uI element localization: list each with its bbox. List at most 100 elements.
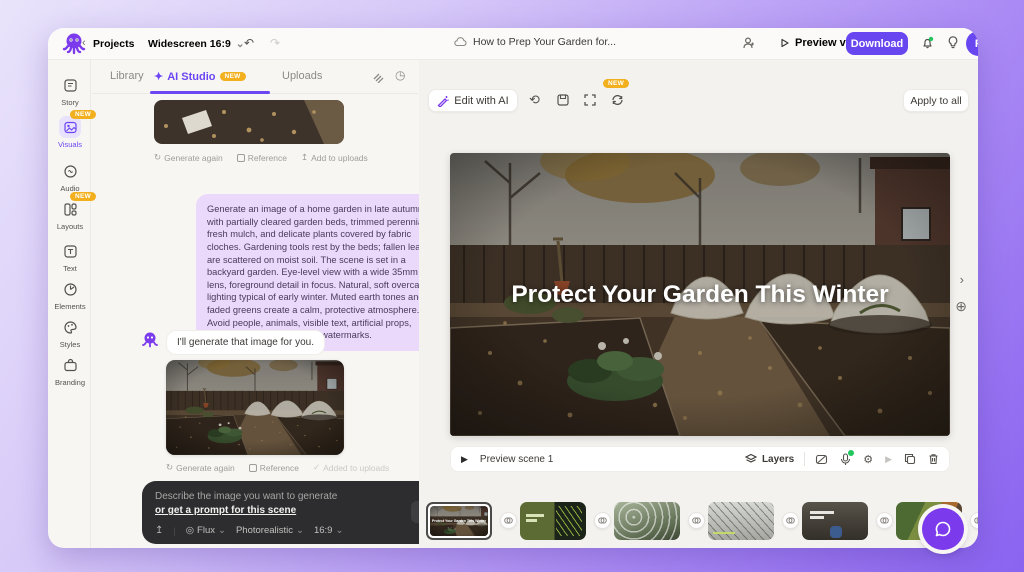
regenerate-icon: ↻ xyxy=(154,152,161,163)
branding-icon xyxy=(59,354,81,376)
sidebar-item-text[interactable]: Text xyxy=(50,240,90,273)
media-toggle-icon[interactable] xyxy=(815,453,828,466)
transition-button[interactable] xyxy=(876,512,893,529)
projects-back-button[interactable]: Projects xyxy=(93,38,134,50)
redo-button[interactable]: ↷ xyxy=(270,36,280,50)
layers-icon xyxy=(745,453,757,465)
style-selector[interactable]: Photorealistic⌄ xyxy=(236,525,304,536)
sidebar-item-layouts[interactable]: NEW Layouts xyxy=(50,198,90,231)
model-label: Flux xyxy=(197,525,215,536)
composer-placeholder-line1: Describe the image you want to generate xyxy=(155,491,337,502)
sidebar-item-elements[interactable]: Elements xyxy=(50,278,90,311)
image-actions-row: ↻Generate again Reference ✓Added to uplo… xyxy=(166,462,389,473)
transition-button[interactable] xyxy=(688,512,705,529)
transition-button[interactable] xyxy=(594,512,611,529)
tab-label: Library xyxy=(110,70,144,82)
thumb-text-bar xyxy=(810,516,824,519)
get-prompt-link[interactable]: or get a prompt for this scene xyxy=(155,505,296,516)
generate-again-button[interactable]: ↻Generate again xyxy=(166,462,235,473)
fullscreen-icon[interactable] xyxy=(583,93,597,107)
assistant-message-bubble: I'll generate that image for you. xyxy=(166,330,325,355)
save-frame-icon[interactable] xyxy=(556,93,570,107)
rail-label: Styles xyxy=(50,340,90,349)
magic-wand-icon xyxy=(437,95,449,107)
new-badge: NEW xyxy=(603,79,629,88)
added-to-uploads-status: ✓Added to uploads xyxy=(313,462,389,473)
scene-thumbnail-3[interactable] xyxy=(614,502,680,540)
styles-icon xyxy=(59,316,81,338)
sidebar-item-branding[interactable]: Branding xyxy=(50,354,90,387)
scene-preview-canvas[interactable]: Protect Your Garden This Winter xyxy=(450,153,950,436)
share-user-icon[interactable] xyxy=(742,36,756,50)
scene-settings-gear-icon[interactable]: ⚙ xyxy=(863,453,873,466)
duplicate-scene-icon[interactable] xyxy=(904,453,916,465)
app-window: ‹ Projects Widescreen 16:9 ⌄ ↶ ↷ How to … xyxy=(48,28,978,548)
tips-lightbulb-icon[interactable] xyxy=(946,35,960,50)
thumb-person-detail xyxy=(830,526,842,538)
chevron-left-icon[interactable]: ‹ xyxy=(82,37,86,49)
thumb-text-bar xyxy=(810,511,834,514)
edit-with-ai-button[interactable]: Edit with AI xyxy=(428,89,518,112)
rail-label: Visuals xyxy=(50,140,90,149)
loop-animate-icon[interactable] xyxy=(610,93,625,107)
action-label: Add to uploads xyxy=(311,153,368,163)
generated-image-result[interactable] xyxy=(166,360,344,455)
left-rail: Story NEW Visuals Audio NEW Layouts Text… xyxy=(48,60,91,548)
sidebar-item-story[interactable]: Story xyxy=(50,74,90,107)
transition-button[interactable] xyxy=(970,512,978,529)
sidebar-item-styles[interactable]: Styles xyxy=(50,316,90,349)
generate-again-button[interactable]: ↻Generate again xyxy=(154,152,223,163)
tab-uploads[interactable]: Uploads xyxy=(282,70,322,82)
generated-image-previous[interactable] xyxy=(154,100,344,144)
version-history-icon[interactable]: ⟲ xyxy=(529,92,540,108)
transition-button[interactable] xyxy=(782,512,799,529)
tab-label: Uploads xyxy=(282,70,322,82)
sidebar-item-audio[interactable]: Audio xyxy=(50,160,90,193)
play-scene-button[interactable]: ▶ xyxy=(461,454,468,465)
notifications-bell-icon[interactable] xyxy=(920,35,935,50)
user-avatar[interactable]: P xyxy=(966,31,978,56)
history-clock-icon[interactable]: ◷ xyxy=(395,68,405,82)
next-scene-chevron-icon[interactable]: › xyxy=(960,272,964,287)
chevron-down-icon: ⌄ xyxy=(335,525,343,536)
layers-label: Layers xyxy=(762,454,794,465)
scene-thumbnail-1[interactable]: Protect Your Garden This Winter xyxy=(426,502,492,540)
brush-adjust-icon[interactable] xyxy=(372,70,385,83)
prompt-composer[interactable]: Describe the image you want to generate … xyxy=(142,481,442,544)
model-selector[interactable]: ◎Flux⌄ xyxy=(186,525,226,536)
audio-icon xyxy=(59,160,81,182)
tab-library[interactable]: Library xyxy=(110,70,144,82)
sparkle-icon: ✦ xyxy=(154,70,163,83)
reference-button[interactable]: Reference xyxy=(237,152,287,163)
apply-to-all-button[interactable]: Apply to all xyxy=(903,89,969,112)
transition-button[interactable] xyxy=(500,512,517,529)
scene-thumbnail-2[interactable] xyxy=(520,502,586,540)
action-label: Reference xyxy=(260,463,299,473)
chat-assistant-bubble-button[interactable] xyxy=(922,508,964,550)
document-title-text: How to Prep Your Garden for... xyxy=(473,36,616,48)
elements-icon xyxy=(59,278,81,300)
add-to-uploads-button[interactable]: ↥Add to uploads xyxy=(301,152,368,163)
ratio-label: 16:9 xyxy=(314,525,333,536)
tab-ai-studio[interactable]: ✦ AI Studio NEW xyxy=(154,70,246,83)
reference-icon xyxy=(237,154,245,162)
layers-button[interactable]: Layers xyxy=(745,453,794,465)
ai-voiceover-mic-icon[interactable] xyxy=(840,453,851,466)
delete-scene-trash-icon[interactable] xyxy=(928,453,939,465)
scene-thumbnail-5[interactable] xyxy=(802,502,868,540)
flux-logo-icon: ◎ xyxy=(186,525,194,536)
upload-image-button[interactable]: ↥ xyxy=(155,525,163,536)
undo-button[interactable]: ↶ xyxy=(244,36,254,50)
animate-icon[interactable]: ▶ xyxy=(885,454,892,465)
ratio-selector[interactable]: 16:9⌄ xyxy=(314,525,343,536)
scene-overlay-text[interactable]: Protect Your Garden This Winter xyxy=(450,281,950,309)
aspect-ratio-dropdown[interactable]: Widescreen 16:9 ⌄ xyxy=(148,38,245,50)
style-label: Photorealistic xyxy=(236,525,293,536)
document-title[interactable]: How to Prep Your Garden for... xyxy=(454,36,616,48)
scene-thumbnail-4[interactable] xyxy=(708,502,774,540)
reference-button[interactable]: Reference xyxy=(249,462,299,473)
sidebar-item-visuals[interactable]: NEW Visuals xyxy=(50,116,90,149)
text-icon xyxy=(59,240,81,262)
download-button[interactable]: Download xyxy=(846,32,908,55)
add-scene-plus-icon[interactable]: ⊕ xyxy=(955,298,967,315)
